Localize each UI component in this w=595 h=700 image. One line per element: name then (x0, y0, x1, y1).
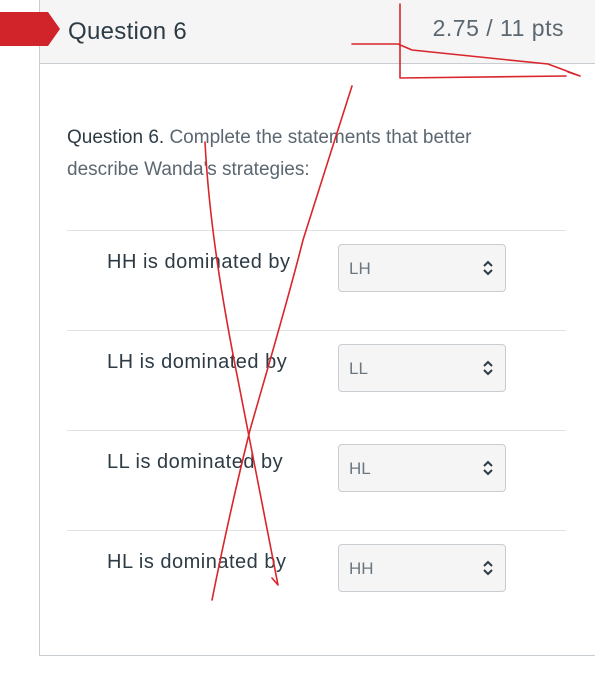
answer-select[interactable]: LH (338, 244, 506, 292)
answer-row: LH is dominated by LL (67, 330, 566, 430)
points-score: 2.75 / 11 pts (432, 15, 564, 41)
prompt-lead: Question 6. (67, 127, 165, 148)
statement-label: HH is dominated by (107, 251, 291, 273)
select-value: HL (349, 459, 371, 478)
select-value: LH (349, 259, 371, 278)
statement-label: HL is dominated by (107, 551, 287, 573)
question-prompt: Question 6. Complete the statements that… (67, 122, 547, 186)
up-down-chevron-icon (483, 460, 493, 476)
up-down-chevron-icon (483, 260, 493, 276)
up-down-chevron-icon (483, 560, 493, 576)
answer-row: HH is dominated by LH (67, 230, 566, 330)
statement-label: LH is dominated by (107, 351, 288, 373)
statement-label: LL is dominated by (107, 451, 284, 473)
answer-row: HL is dominated by HH (67, 530, 566, 630)
answer-select[interactable]: LL (338, 344, 506, 392)
question-title: Question 6 (68, 18, 188, 45)
answer-row: LL is dominated by HL (67, 430, 566, 530)
up-down-chevron-icon (483, 360, 493, 376)
select-value: LL (349, 359, 368, 378)
answer-rows: HH is dominated by LH LH is dominated by… (67, 230, 566, 630)
answer-select[interactable]: HH (338, 544, 506, 592)
quiz-page: Question 6 2.75 / 11 pts Question 6. Com… (0, 0, 595, 700)
question-header: Question 6 2.75 / 11 pts (40, 0, 595, 64)
answer-select[interactable]: HL (338, 444, 506, 492)
select-value: HH (349, 559, 374, 578)
flag-icon (0, 12, 60, 46)
